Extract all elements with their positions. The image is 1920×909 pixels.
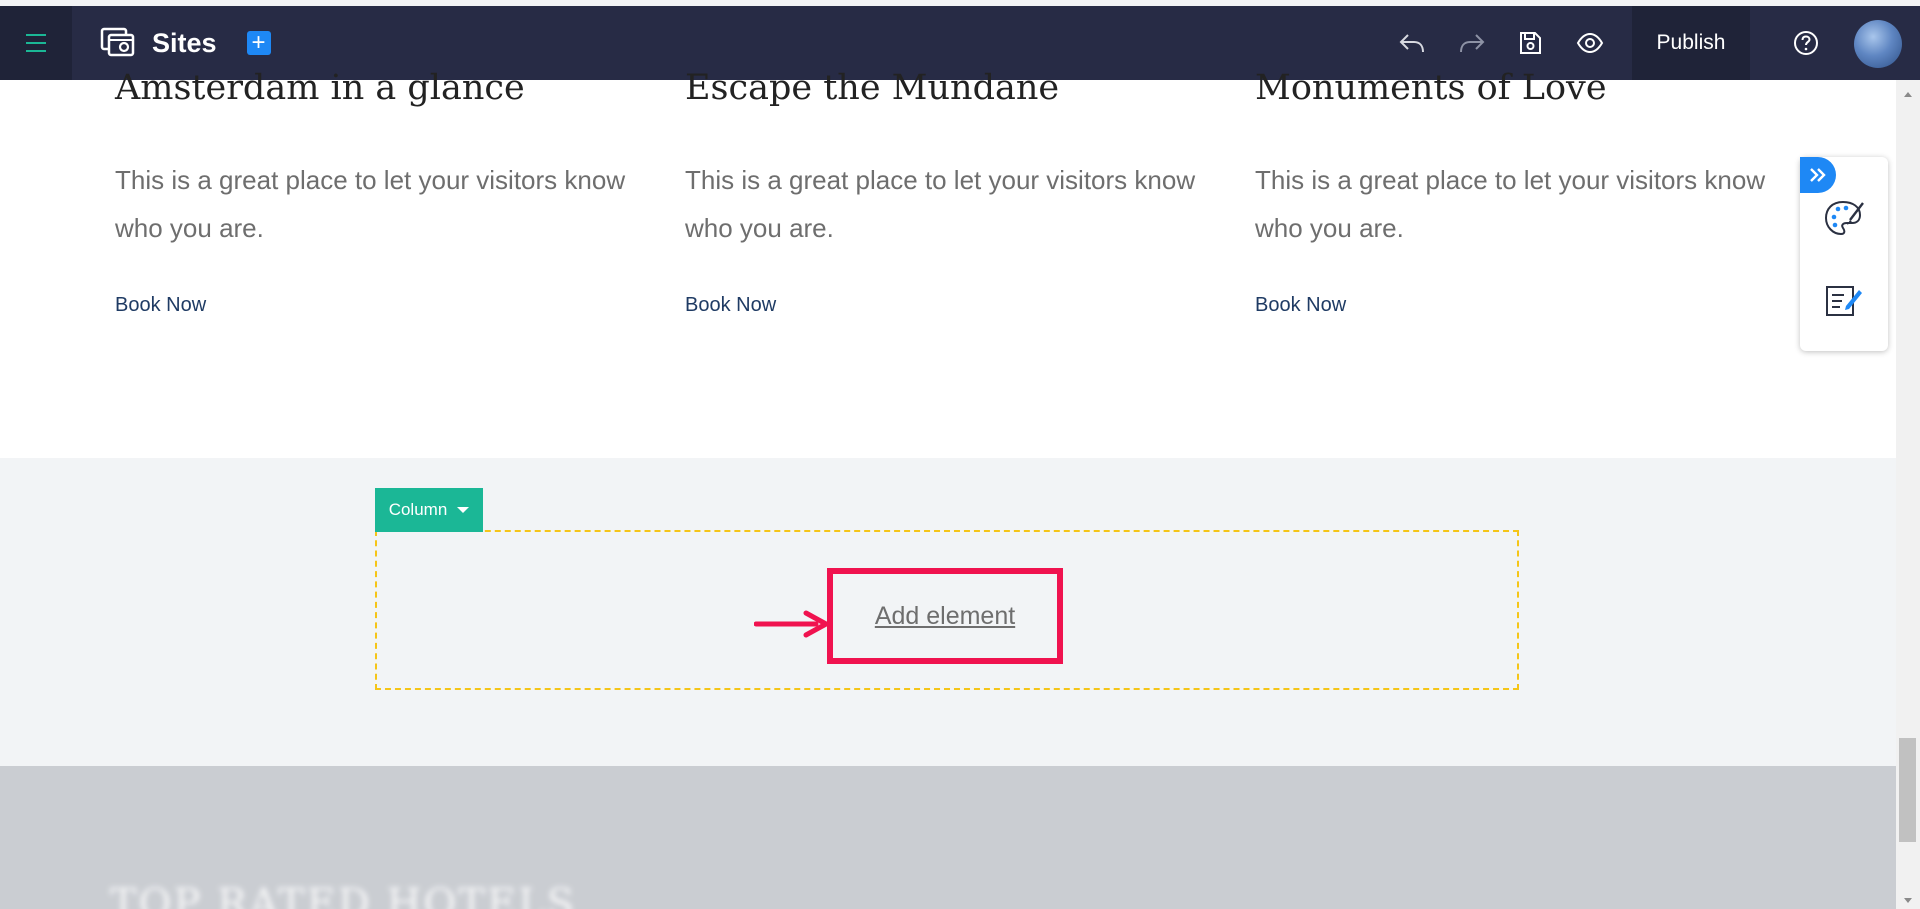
arrow-right-icon <box>754 610 829 638</box>
feature-cards-section: Amsterdam in a glance This is a great pl… <box>0 68 1896 458</box>
design-palette-button[interactable] <box>1822 196 1866 240</box>
card-title: Amsterdam in a glance <box>115 68 525 108</box>
collapse-panel-button[interactable] <box>1800 157 1836 193</box>
book-now-link[interactable]: Book Now <box>685 294 776 317</box>
card-text: This is a great place to let your visito… <box>1255 165 1766 243</box>
card-text: This is a great place to let your visito… <box>685 165 1196 243</box>
add-element-highlight: Add element <box>827 568 1063 664</box>
add-element-link[interactable]: Add element <box>875 602 1015 631</box>
edit-icon <box>1826 286 1862 316</box>
palette-icon <box>1824 200 1864 236</box>
eye-icon <box>1576 32 1604 54</box>
footer-section: TOP RATED HOTELS <box>0 766 1896 909</box>
column-tag-dropdown[interactable]: Column <box>375 488 483 532</box>
edit-content-button[interactable] <box>1822 278 1866 322</box>
redo-icon <box>1460 34 1485 53</box>
card-title: Monuments of Love <box>1255 68 1607 108</box>
card-title: Escape the Mundane <box>685 68 1060 108</box>
scrollbar-thumb[interactable] <box>1899 738 1916 842</box>
menu-button[interactable] <box>0 6 72 80</box>
help-button[interactable] <box>1782 6 1830 80</box>
footer-heading: TOP RATED HOTELS <box>110 881 577 909</box>
book-now-link[interactable]: Book Now <box>1255 294 1346 317</box>
app-title: Sites <box>152 27 217 58</box>
column-tag-label: Column <box>388 500 448 519</box>
scroll-up-icon[interactable] <box>1904 92 1912 97</box>
user-avatar[interactable] <box>1854 20 1902 68</box>
help-icon <box>1794 31 1818 55</box>
caret-down-icon <box>457 507 470 513</box>
save-icon <box>1520 32 1541 54</box>
hamburger-menu-icon <box>26 34 46 52</box>
card-text: This is a great place to let your visito… <box>115 165 626 243</box>
collapse-icon <box>1810 168 1826 182</box>
publish-button[interactable]: Publish <box>1632 6 1750 80</box>
add-site-button[interactable]: + <box>246 31 271 55</box>
sites-icon <box>100 27 135 57</box>
book-now-link[interactable]: Book Now <box>115 294 206 317</box>
undo-icon <box>1399 34 1424 53</box>
scroll-down-icon[interactable] <box>1904 898 1912 903</box>
